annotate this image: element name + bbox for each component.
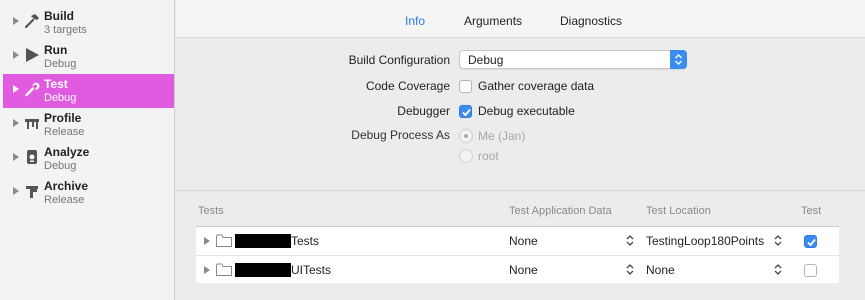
sidebar-item-subtitle: Release <box>44 126 85 138</box>
test-location-popup[interactable]: TestingLoop180Points <box>646 234 764 248</box>
chevron-updown-icon[interactable] <box>626 235 634 249</box>
radio-root-label: root <box>478 149 499 163</box>
column-header-app-data[interactable]: Test Application Data <box>509 205 612 217</box>
analyze-icon <box>24 149 40 165</box>
sidebar-item-subtitle: Debug <box>44 160 77 172</box>
sidebar-item-analyze[interactable]: Analyze Debug <box>3 142 174 176</box>
sidebar-item-title: Analyze <box>44 145 90 159</box>
tab-diagnostics[interactable]: Diagnostics <box>560 14 622 28</box>
sidebar-item-title: Run <box>44 43 68 57</box>
archive-icon <box>24 183 40 199</box>
folder-icon <box>216 263 232 279</box>
chevron-updown-icon[interactable] <box>774 235 782 249</box>
column-header-tests[interactable]: Tests <box>198 205 224 217</box>
hammer-icon <box>24 13 40 29</box>
test-target-name: UITests <box>291 263 332 277</box>
build-configuration-label: Build Configuration <box>348 53 450 67</box>
sidebar-item-subtitle: Release <box>44 194 85 206</box>
redacted-block <box>235 263 291 277</box>
wrench-icon <box>24 81 40 97</box>
debug-executable-checkbox[interactable] <box>459 105 472 118</box>
column-header-location[interactable]: Test Location <box>646 205 711 217</box>
scheme-action-sidebar: Build 3 targets Run Debug Test Debug Pro… <box>0 0 175 300</box>
radio-me[interactable] <box>459 129 473 143</box>
tab-arguments[interactable]: Arguments <box>464 14 522 28</box>
table-row[interactable]: Tests None TestingLoop180Points <box>196 227 839 255</box>
disclosure-triangle-icon[interactable] <box>13 119 19 127</box>
folder-icon <box>216 234 232 250</box>
test-location-popup[interactable]: None <box>646 263 675 277</box>
sidebar-item-title: Archive <box>44 179 89 193</box>
popup-stepper-icon <box>670 50 687 69</box>
code-coverage-label: Code Coverage <box>365 79 450 93</box>
scheme-editor-panel: Info Arguments Diagnostics Build Configu… <box>176 0 865 300</box>
radio-root[interactable] <box>459 149 473 163</box>
play-icon <box>24 47 40 63</box>
gather-coverage-text: Gather coverage data <box>478 79 595 93</box>
sidebar-item-title: Build <box>44 9 74 23</box>
test-target-name: Tests <box>291 234 320 248</box>
disclosure-triangle-icon[interactable] <box>13 85 19 93</box>
disclosure-triangle-icon[interactable] <box>13 17 19 25</box>
debug-executable-text: Debug executable <box>478 104 575 118</box>
radio-me-label: Me (Jan) <box>478 129 526 143</box>
app-data-popup[interactable]: None <box>509 234 538 248</box>
test-info-form: Build Configuration Debug Code Coverage … <box>176 38 865 190</box>
gather-coverage-checkbox[interactable] <box>459 80 472 93</box>
sidebar-item-test[interactable]: Test Debug <box>3 74 174 108</box>
chevron-updown-icon[interactable] <box>626 264 634 278</box>
disclosure-triangle-icon[interactable] <box>13 187 19 195</box>
tab-info[interactable]: Info <box>405 14 425 28</box>
chevron-updown-icon[interactable] <box>774 264 782 278</box>
debugger-label: Debugger <box>397 104 450 118</box>
sidebar-item-title: Profile <box>44 111 82 125</box>
tests-table: Tests Test Application Data Test Locatio… <box>196 200 839 290</box>
app-data-popup[interactable]: None <box>509 263 538 277</box>
disclosure-triangle-icon[interactable] <box>204 237 210 245</box>
build-configuration-value: Debug <box>468 53 504 67</box>
test-enabled-checkbox[interactable] <box>804 264 817 277</box>
sidebar-item-run[interactable]: Run Debug <box>3 40 174 74</box>
column-header-test[interactable]: Test <box>801 205 821 217</box>
disclosure-triangle-icon[interactable] <box>13 153 19 161</box>
redacted-block <box>235 234 291 248</box>
instruments-icon <box>24 115 40 131</box>
sidebar-item-subtitle: 3 targets <box>44 24 87 36</box>
sidebar-item-title: Test <box>44 77 68 91</box>
test-enabled-checkbox[interactable] <box>804 235 817 248</box>
debug-process-as-label: Debug Process As <box>351 128 450 142</box>
sidebar-item-subtitle: Debug <box>44 58 77 70</box>
section-divider <box>176 190 865 191</box>
disclosure-triangle-icon[interactable] <box>13 51 19 59</box>
sidebar-item-profile[interactable]: Profile Release <box>3 108 174 142</box>
tab-bar: Info Arguments Diagnostics <box>176 0 865 38</box>
sidebar-item-build[interactable]: Build 3 targets <box>3 6 174 40</box>
build-configuration-popup[interactable]: Debug <box>459 50 687 69</box>
table-row[interactable]: UITests None None <box>196 255 839 283</box>
sidebar-item-subtitle: Debug <box>44 92 77 104</box>
disclosure-triangle-icon[interactable] <box>204 266 210 274</box>
sidebar-item-archive[interactable]: Archive Release <box>3 176 174 210</box>
